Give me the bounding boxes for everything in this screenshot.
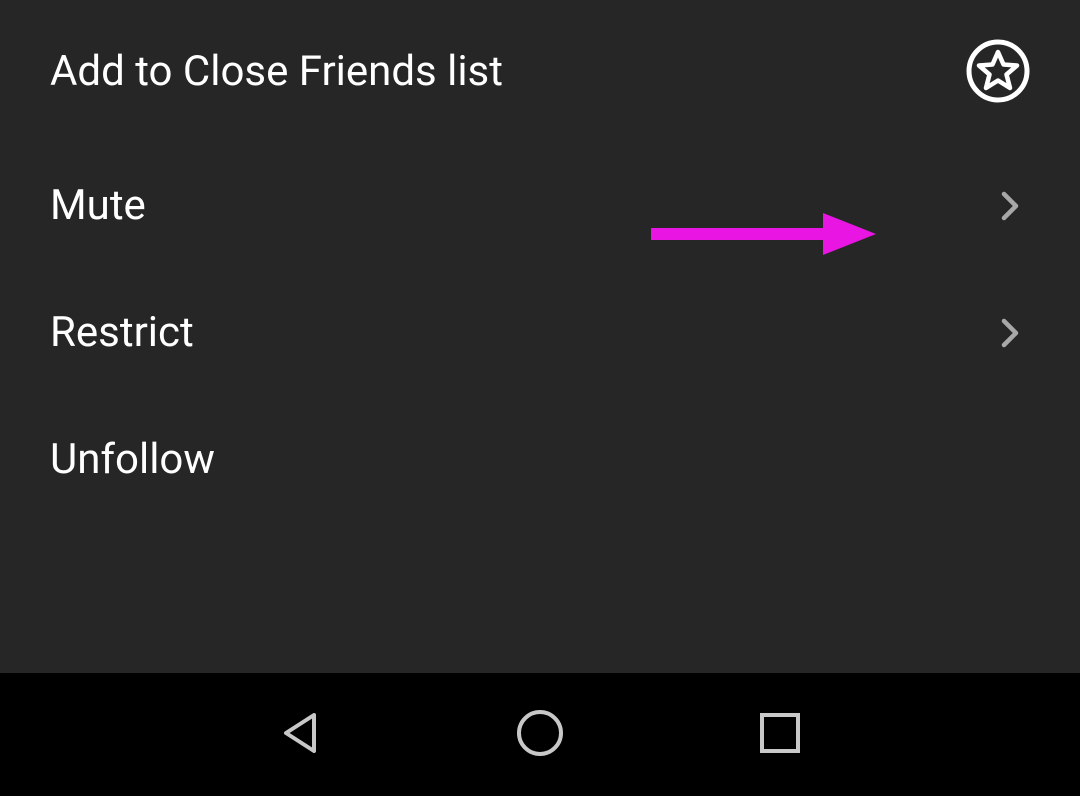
menu-item-close-friends[interactable]: Add to Close Friends list <box>0 0 1080 142</box>
nav-recent-button[interactable] <box>750 705 810 765</box>
chevron-right-icon <box>990 313 1030 353</box>
menu-item-label: Mute <box>50 181 990 230</box>
circle-home-icon <box>514 707 566 763</box>
nav-back-button[interactable] <box>270 705 330 765</box>
menu-item-label: Unfollow <box>50 435 1030 484</box>
triangle-back-icon <box>274 707 326 763</box>
menu-item-restrict[interactable]: Restrict <box>0 269 1080 396</box>
nav-home-button[interactable] <box>510 705 570 765</box>
menu-item-mute[interactable]: Mute <box>0 142 1080 269</box>
square-recent-icon <box>754 707 806 763</box>
menu-item-label: Add to Close Friends list <box>50 47 966 96</box>
chevron-right-icon <box>990 186 1030 226</box>
menu-item-label: Restrict <box>50 308 990 357</box>
menu-item-unfollow[interactable]: Unfollow <box>0 396 1080 523</box>
android-nav-bar <box>0 673 1080 796</box>
star-circle-icon <box>966 39 1030 103</box>
menu-container: Add to Close Friends list Mute Restrict … <box>0 0 1080 673</box>
